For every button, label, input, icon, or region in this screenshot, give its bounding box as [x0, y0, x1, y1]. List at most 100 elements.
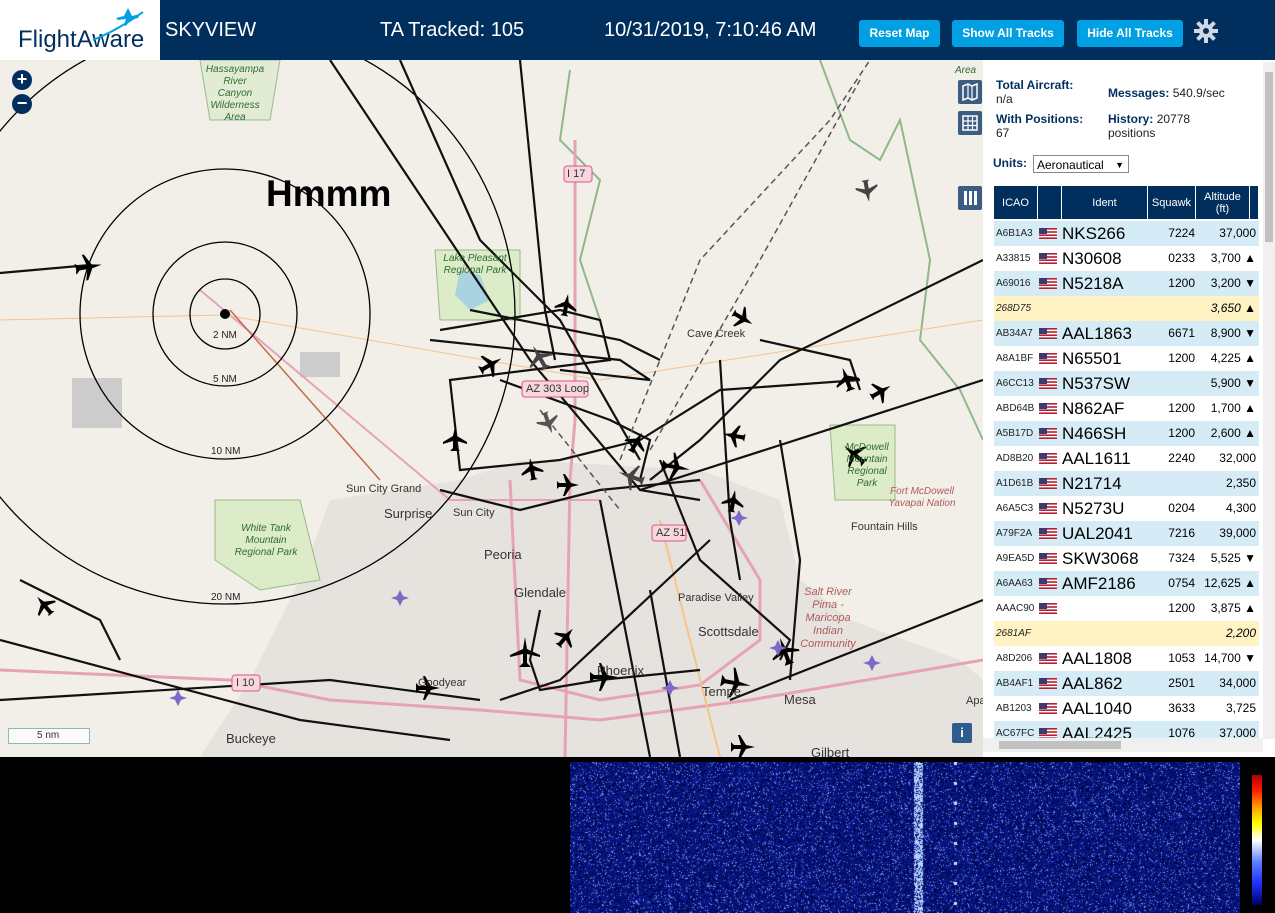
gear-icon[interactable]	[1193, 18, 1219, 44]
panel-vertical-scrollbar[interactable]	[1263, 62, 1275, 739]
table-row[interactable]: A8D206 AAL1808 1053 14,700 ▼	[994, 646, 1259, 671]
cell-squawk: 1200	[1168, 276, 1195, 290]
messages-value: 540.9/sec	[1172, 86, 1225, 100]
cell-altitude: 37,000	[1219, 226, 1256, 240]
us-flag-icon	[1039, 453, 1057, 464]
color-scale-bar	[1252, 775, 1262, 905]
messages-stat: Messages: 540.9/sec	[1108, 86, 1248, 100]
us-flag-icon	[1039, 353, 1057, 364]
col-ident[interactable]: Ident	[1062, 186, 1148, 219]
info-button[interactable]: i	[952, 723, 972, 743]
column-toggle-button[interactable]	[958, 186, 982, 210]
table-row[interactable]: AB4AF1 AAL862 2501 34,000	[994, 671, 1259, 696]
us-flag-icon	[1039, 378, 1057, 389]
table-row[interactable]: AB1203 AAL1040 3633 3,725	[994, 696, 1259, 721]
cell-flag	[1039, 671, 1059, 696]
col-icao[interactable]: ICAO	[994, 186, 1038, 219]
cell-flag	[1039, 496, 1059, 521]
cell-squawk	[1148, 471, 1195, 496]
table-row[interactable]: A9EA5D SKW3068 7324 5,525 ▼	[994, 546, 1259, 571]
zoom-out-button[interactable]: −	[12, 94, 32, 114]
col-extra[interactable]	[1250, 186, 1259, 219]
units-value: Aeronautical	[1037, 158, 1104, 172]
place-cave-creek: Cave Creek	[687, 328, 746, 340]
map-layers-button[interactable]	[958, 80, 982, 104]
table-row[interactable]: A8A1BF N65501 1200 4,225 ▲	[994, 346, 1259, 371]
flightaware-logo[interactable]: FlightAware	[0, 0, 160, 60]
show-all-tracks-button[interactable]: Show All Tracks	[952, 20, 1064, 47]
map-canvas[interactable]	[0, 60, 983, 757]
table-row[interactable]: A1D61B N21714 2,350	[994, 471, 1259, 496]
cell-flag	[1039, 371, 1059, 396]
cell-ident	[1062, 596, 1148, 621]
cell-icao: A5B17D	[996, 428, 1034, 439]
us-flag-icon	[1039, 653, 1057, 664]
table-row[interactable]: A33815 N30608 0233 3,700 ▲	[994, 246, 1259, 271]
table-row[interactable]: A5B17D N466SH 1200 2,600 ▲	[994, 421, 1259, 446]
cell-flag	[1039, 271, 1059, 296]
table-row[interactable]: AD8B20 AAL1611 2240 32,000	[994, 446, 1259, 471]
bottom-left-pane	[0, 757, 527, 913]
cell-squawk: 1200	[1168, 601, 1195, 615]
hide-all-tracks-button[interactable]: Hide All Tracks	[1077, 20, 1183, 47]
cell-flag	[1039, 421, 1059, 446]
scroll-thumb[interactable]	[999, 741, 1121, 749]
grid-toggle-button[interactable]	[958, 111, 982, 135]
table-row[interactable]: A69016 N5218A 1200 3,200 ▼	[994, 271, 1259, 296]
map-icon	[962, 82, 978, 102]
table-row[interactable]: 268D75 3,650 ▲	[994, 296, 1259, 321]
table-row[interactable]: A6AA63 AMF2186 0754 12,625 ▲	[994, 571, 1259, 596]
us-flag-icon	[1039, 578, 1057, 589]
cell-ident: AAL1808	[1062, 649, 1132, 668]
grid-icon	[962, 115, 978, 131]
place-peoria: Peoria	[484, 547, 522, 562]
col-altitude[interactable]: Altitude (ft)	[1196, 186, 1250, 219]
park-white-tank: White Tank Mountain Regional Park	[234, 523, 298, 558]
table-row[interactable]: A6CC13 N537SW 5,900 ▼	[994, 371, 1259, 396]
zoom-in-button[interactable]: +	[12, 70, 32, 90]
cell-ident: AAL1611	[1062, 449, 1131, 468]
table-row[interactable]: A6B1A3 NKS266 7224 37,000	[994, 221, 1259, 246]
cell-icao: AB1203	[996, 703, 1032, 714]
cell-squawk: 1200	[1168, 401, 1195, 415]
cell-flag	[1039, 321, 1059, 346]
cell-squawk	[1148, 296, 1195, 321]
cell-icao: A8A1BF	[996, 353, 1034, 364]
app-title: SKYVIEW	[165, 19, 257, 41]
cell-ident: N537SW	[1062, 374, 1131, 393]
shield-az303: AZ 303 Loop	[526, 383, 589, 395]
us-flag-icon	[1039, 503, 1057, 514]
cell-squawk: 0204	[1168, 501, 1195, 515]
total-aircraft-value: n/a	[996, 92, 1013, 106]
cell-altitude: 34,000	[1219, 676, 1256, 690]
cell-icao: A6CC13	[996, 378, 1034, 389]
cell-ident: SKW3068	[1062, 549, 1139, 568]
with-positions-label: With Positions:	[996, 112, 1084, 126]
cell-ident: N5218A	[1062, 274, 1124, 293]
ring-label-5: 5 NM	[213, 374, 237, 385]
table-row[interactable]: AB34A7 AAL1863 6671 8,900 ▼	[994, 321, 1259, 346]
col-squawk[interactable]: Squawk	[1148, 186, 1196, 219]
table-row[interactable]: A6A5C3 N5273U 0204 4,300	[994, 496, 1259, 521]
table-row[interactable]: ABD64B N862AF 1200 1,700 ▲	[994, 396, 1259, 421]
reset-map-button[interactable]: Reset Map	[859, 20, 940, 47]
cell-ident: AAL862	[1062, 674, 1123, 693]
us-flag-icon	[1039, 553, 1057, 564]
units-select[interactable]: Aeronautical ▼	[1033, 155, 1129, 173]
scroll-thumb[interactable]	[1265, 72, 1273, 242]
col-flag[interactable]	[1038, 186, 1062, 219]
cell-ident: N65501	[1062, 349, 1122, 368]
panel-horizontal-scrollbar[interactable]	[983, 738, 1263, 752]
table-row[interactable]: AAAC90 1200 3,875 ▲	[994, 596, 1259, 621]
cell-icao: A9EA5D	[996, 553, 1035, 564]
park-hassayampa: Hassayampa River Canyon Wilderness Area	[205, 64, 265, 123]
cell-ident: NKS266	[1062, 224, 1126, 243]
table-row[interactable]: 2681AF 2,200	[994, 621, 1259, 646]
cell-squawk: 1200	[1168, 426, 1195, 440]
map-view[interactable]: I 17 I 10 AZ 51 AZ 303 Loop 2 NM 5 NM 10…	[0, 60, 983, 757]
cell-flag	[1039, 221, 1059, 246]
table-row[interactable]: A79F2A UAL2041 7216 39,000	[994, 521, 1259, 546]
cell-altitude: 5,525 ▼	[1210, 551, 1256, 565]
table-header: ICAO Ident Squawk Altitude (ft)	[994, 186, 1259, 219]
cell-altitude: 3,700 ▲	[1210, 251, 1256, 265]
